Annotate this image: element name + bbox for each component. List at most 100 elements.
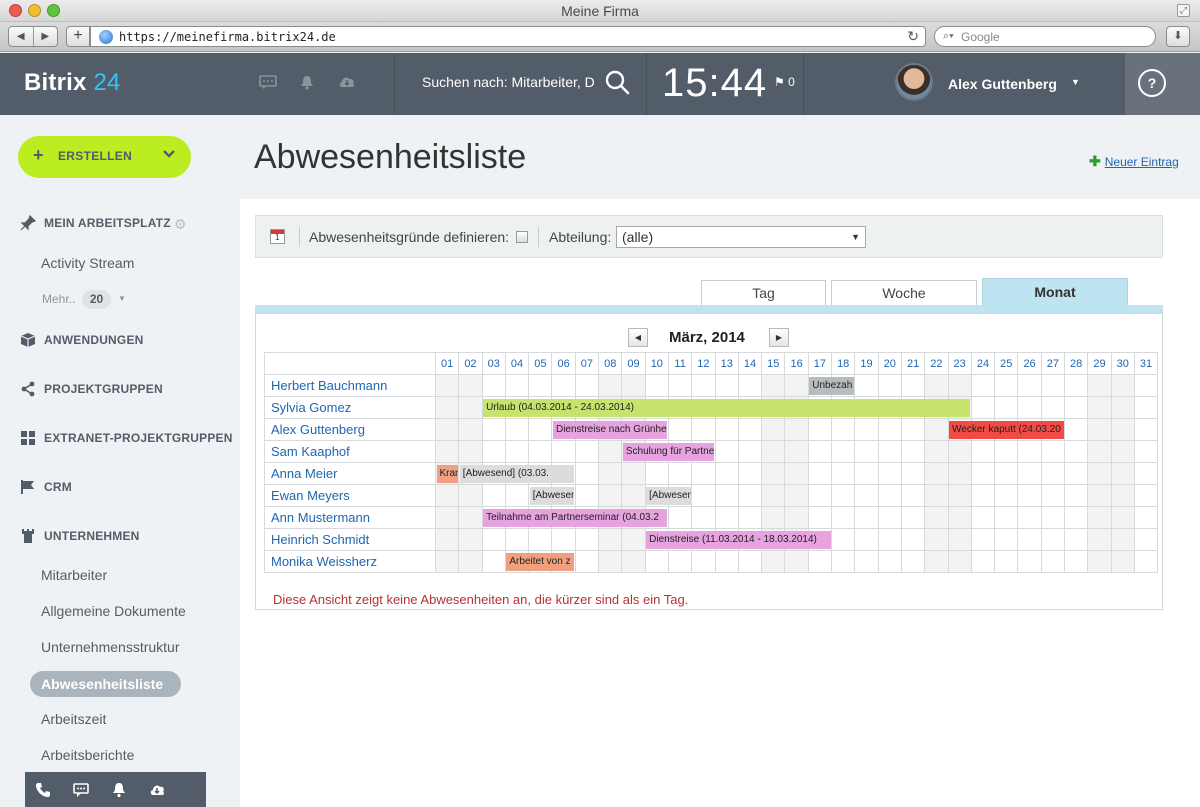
day-cell[interactable]	[644, 462, 669, 485]
day-cell[interactable]	[877, 440, 902, 463]
day-cell[interactable]	[900, 374, 926, 397]
day-cell[interactable]	[970, 440, 996, 463]
day-cell[interactable]	[784, 418, 809, 441]
chevron-down-icon[interactable]: ▼	[1071, 77, 1080, 87]
day-cell[interactable]	[1040, 550, 1066, 573]
sidebar-more-link[interactable]: Mehr..	[42, 292, 75, 306]
gear-icon[interactable]: ⚙	[174, 216, 187, 233]
day-cell[interactable]	[1087, 528, 1112, 551]
day-cell[interactable]	[1110, 462, 1135, 485]
day-cell[interactable]	[458, 550, 483, 573]
day-cell[interactable]	[504, 484, 530, 507]
day-cell[interactable]	[761, 440, 786, 463]
day-cell[interactable]	[528, 374, 553, 397]
tab-week[interactable]: Woche	[831, 280, 977, 306]
employee-name-link[interactable]: Sylvia Gomez	[264, 396, 436, 419]
day-cell[interactable]	[1110, 506, 1135, 529]
day-cell[interactable]	[1040, 462, 1066, 485]
day-cell[interactable]	[621, 484, 646, 507]
bell-icon[interactable]	[300, 75, 314, 93]
day-cell[interactable]	[1110, 440, 1135, 463]
employee-name-link[interactable]: Ann Mustermann	[264, 506, 436, 529]
day-cell[interactable]	[458, 484, 483, 507]
day-cell[interactable]	[621, 528, 646, 551]
day-cell[interactable]	[1017, 550, 1042, 573]
day-cell[interactable]	[761, 550, 786, 573]
day-cell[interactable]	[1017, 440, 1042, 463]
day-cell[interactable]	[434, 550, 460, 573]
day-cell[interactable]	[947, 550, 972, 573]
absence-bar[interactable]: Wecker kaputt (24.03.20	[949, 420, 1064, 439]
day-cell[interactable]	[598, 374, 623, 397]
day-cell[interactable]	[970, 528, 996, 551]
cloud-download-icon[interactable]	[338, 75, 356, 91]
absence-bar[interactable]: Teilnahme am Partnerseminar (04.03.2	[483, 508, 668, 527]
day-cell[interactable]	[737, 440, 763, 463]
chat-icon[interactable]	[259, 75, 277, 92]
day-cell[interactable]	[1017, 484, 1042, 507]
day-cell[interactable]	[994, 484, 1019, 507]
day-cell[interactable]	[504, 440, 530, 463]
day-cell[interactable]	[714, 374, 739, 397]
day-cell[interactable]	[1133, 550, 1159, 573]
day-cell[interactable]	[667, 418, 693, 441]
day-cell[interactable]	[970, 396, 996, 419]
day-cell[interactable]	[1064, 374, 1089, 397]
day-cell[interactable]	[1017, 462, 1042, 485]
tab-day[interactable]: Tag	[701, 280, 826, 306]
day-cell[interactable]	[970, 484, 996, 507]
day-cell[interactable]	[691, 506, 716, 529]
day-cell[interactable]	[947, 506, 972, 529]
sidebar-item-activity-stream[interactable]: Activity Stream	[41, 255, 134, 271]
day-cell[interactable]	[458, 418, 483, 441]
day-cell[interactable]	[831, 550, 856, 573]
day-cell[interactable]	[1110, 396, 1135, 419]
day-cell[interactable]	[574, 528, 600, 551]
absence-bar[interactable]: [Abwesen	[646, 486, 691, 505]
department-select[interactable]: (alle) ▼	[616, 226, 866, 248]
day-cell[interactable]	[667, 374, 693, 397]
day-cell[interactable]	[737, 550, 763, 573]
absence-bar[interactable]: Dienstreise nach Grünhe	[552, 420, 668, 439]
day-cell[interactable]	[481, 528, 506, 551]
create-button[interactable]: + ERSTELLEN	[18, 136, 191, 178]
day-cell[interactable]	[807, 418, 833, 441]
sidebar-item-reports[interactable]: Arbeitsberichte	[41, 747, 134, 763]
day-cell[interactable]	[761, 506, 786, 529]
day-cell[interactable]	[994, 396, 1019, 419]
add-tab-button[interactable]: +	[66, 26, 90, 47]
day-cell[interactable]	[481, 440, 506, 463]
day-cell[interactable]	[528, 440, 553, 463]
forward-icon[interactable]: ▶	[32, 27, 58, 46]
absence-bar[interactable]: [Abwesend] (03.03.	[459, 464, 575, 483]
day-cell[interactable]	[924, 550, 949, 573]
day-cell[interactable]	[737, 462, 763, 485]
day-cell[interactable]	[504, 374, 530, 397]
back-icon[interactable]: ◀	[9, 27, 33, 46]
day-cell[interactable]	[924, 484, 949, 507]
day-cell[interactable]	[551, 528, 576, 551]
day-cell[interactable]	[831, 440, 856, 463]
day-cell[interactable]	[831, 484, 856, 507]
search-icon[interactable]	[604, 69, 630, 95]
user-name[interactable]: Alex Guttenberg	[948, 76, 1057, 92]
day-cell[interactable]	[434, 374, 460, 397]
absence-bar[interactable]: Urlaub (04.03.2014 - 24.03.2014)	[483, 398, 971, 417]
day-cell[interactable]	[481, 374, 506, 397]
day-cell[interactable]	[1110, 550, 1135, 573]
address-bar[interactable]: https://meinefirma.bitrix24.de ↻	[90, 26, 926, 47]
day-cell[interactable]	[1040, 506, 1066, 529]
day-cell[interactable]	[1133, 418, 1159, 441]
sidebar-section-workplace[interactable]: MEIN ARBEITSPLATZ	[20, 215, 171, 231]
day-cell[interactable]	[924, 374, 949, 397]
day-cell[interactable]	[504, 528, 530, 551]
day-cell[interactable]	[970, 550, 996, 573]
absence-bar[interactable]: Dienstreise (11.03.2014 - 18.03.2014)	[646, 530, 831, 549]
bitrix-logo[interactable]: Bitrix 24	[24, 69, 121, 97]
day-cell[interactable]	[1040, 374, 1066, 397]
day-cell[interactable]	[854, 484, 879, 507]
day-cell[interactable]	[807, 440, 833, 463]
day-cell[interactable]	[691, 374, 716, 397]
day-cell[interactable]	[761, 418, 786, 441]
employee-name-link[interactable]: Sam Kaaphof	[264, 440, 436, 463]
